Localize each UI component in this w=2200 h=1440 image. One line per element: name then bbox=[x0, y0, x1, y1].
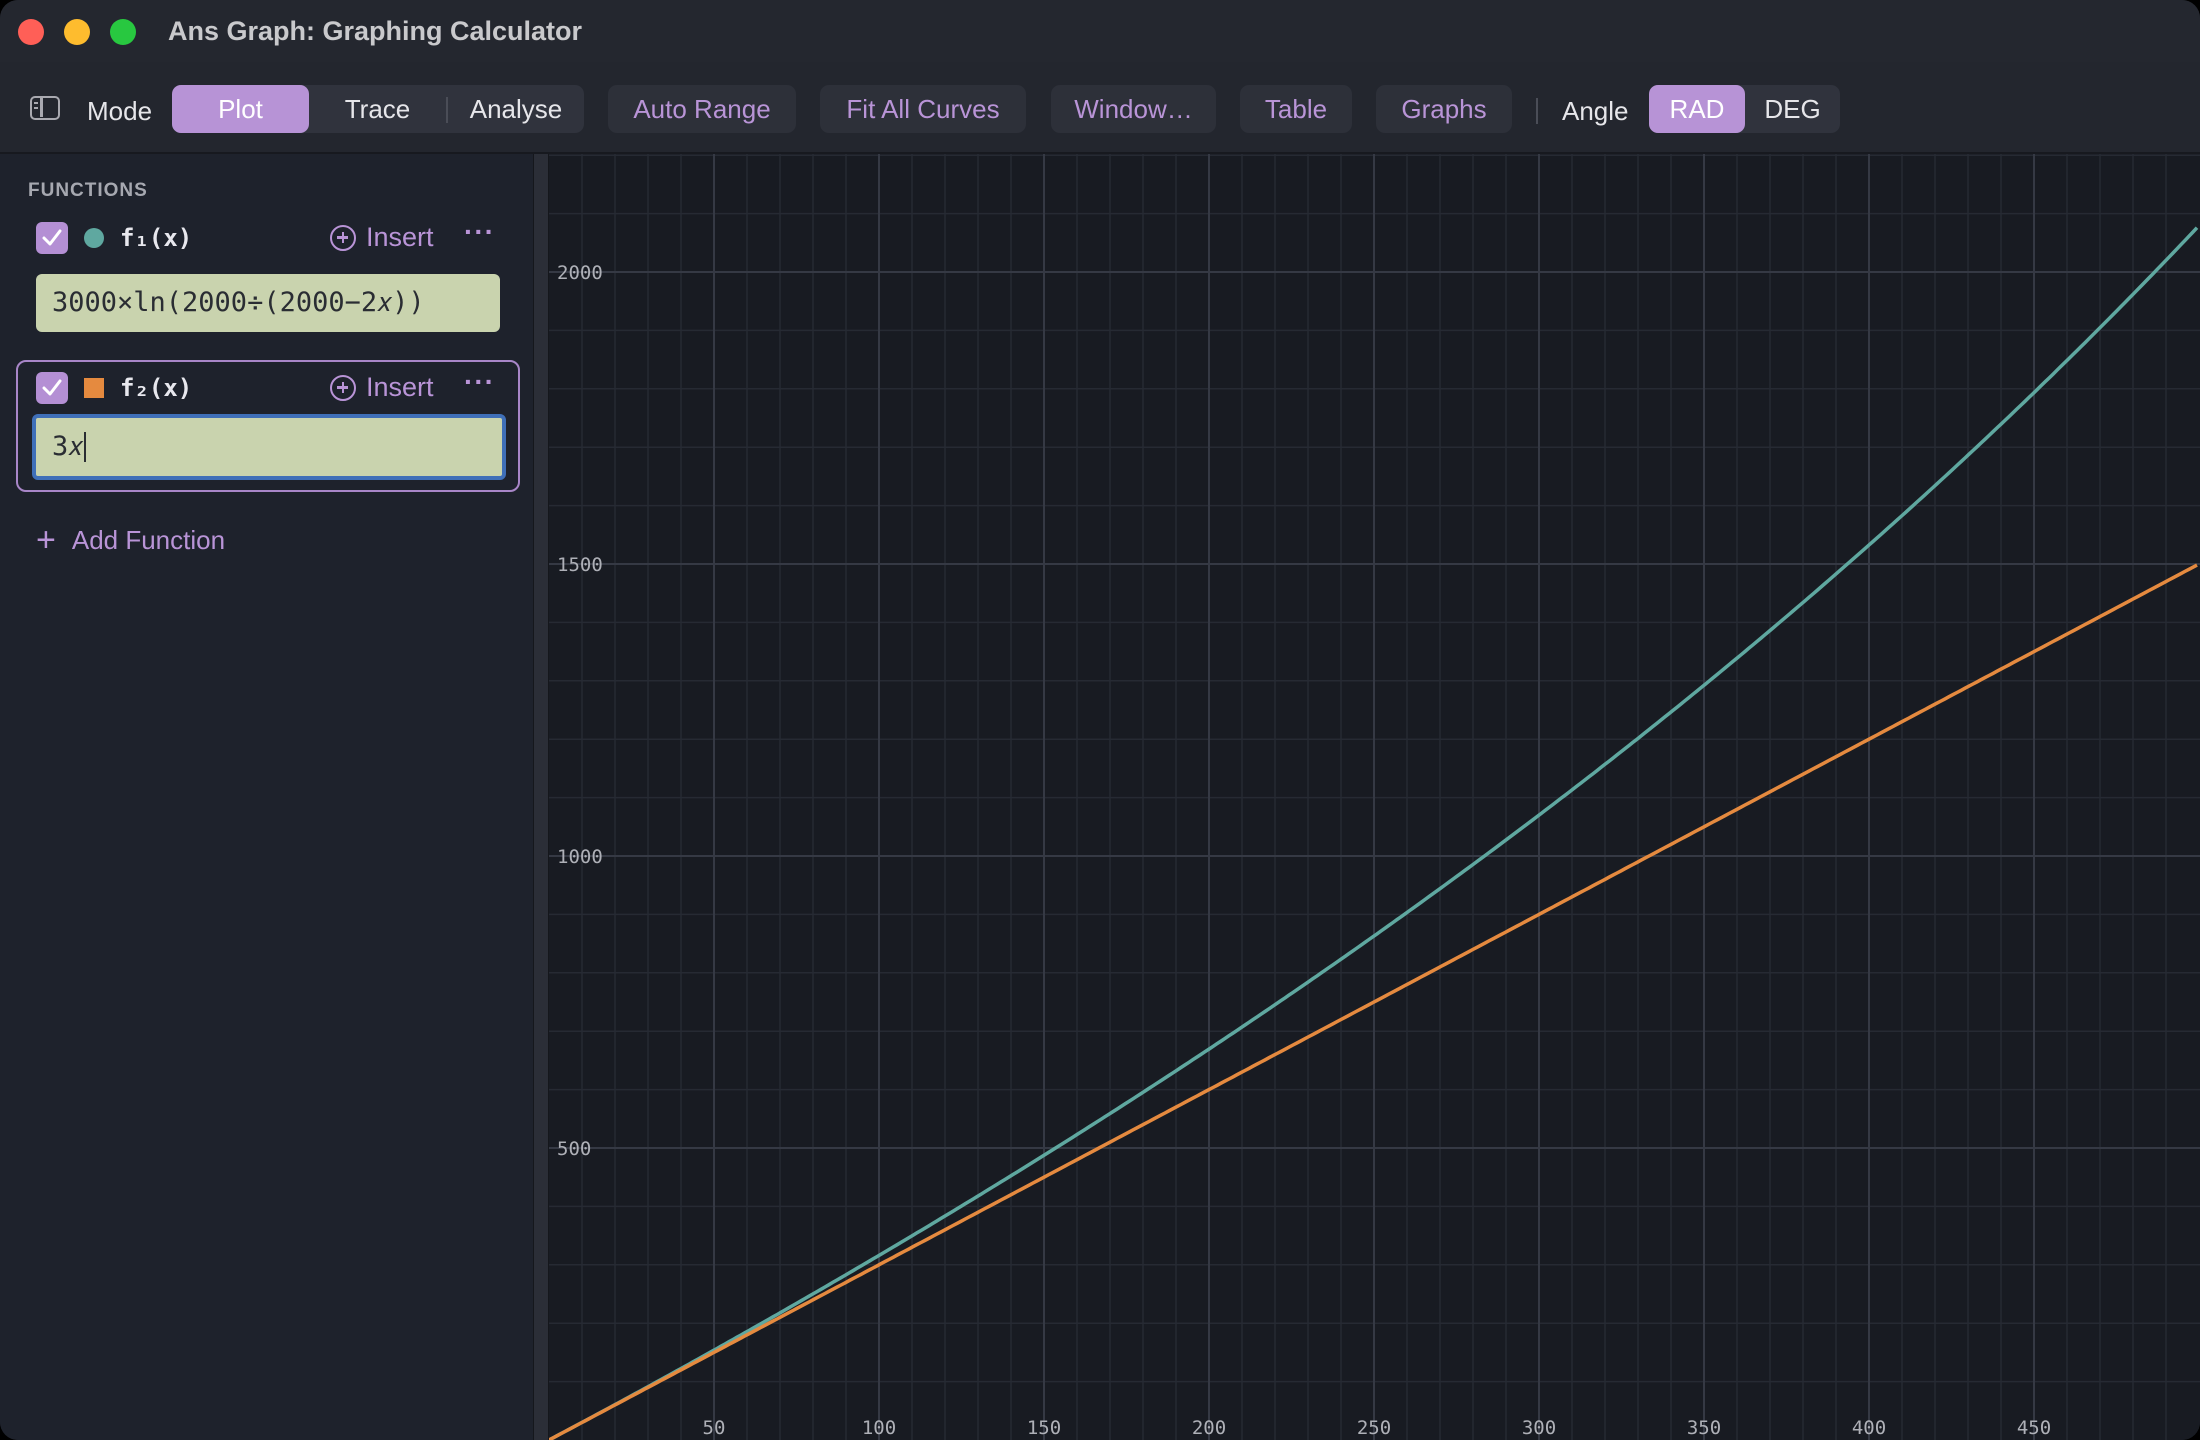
toolbar-divider bbox=[1536, 98, 1538, 124]
insert-label: Insert bbox=[366, 372, 434, 402]
x-tick-label: 50 bbox=[703, 1417, 726, 1439]
text-cursor bbox=[84, 432, 87, 462]
function-enabled-checkbox[interactable] bbox=[36, 222, 68, 254]
add-function-button[interactable]: + Add Function bbox=[36, 523, 225, 557]
maximize-window-button[interactable] bbox=[110, 19, 136, 45]
minimize-window-button[interactable] bbox=[64, 19, 90, 45]
sidebar-resize-handle[interactable] bbox=[533, 154, 549, 1440]
mode-trace-button[interactable]: Trace bbox=[309, 85, 446, 133]
function-expression-input[interactable]: 3𝑥 bbox=[32, 414, 506, 480]
sidebar-toggle-icon[interactable] bbox=[30, 96, 60, 120]
graphs-button[interactable]: Graphs bbox=[1376, 85, 1512, 133]
x-tick-label: 250 bbox=[1357, 1417, 1391, 1439]
angle-segmented-control: RAD DEG bbox=[1649, 85, 1840, 133]
function-color-swatch[interactable] bbox=[84, 378, 104, 398]
plus-circle-icon bbox=[330, 224, 356, 251]
auto-range-button[interactable]: Auto Range bbox=[608, 85, 796, 133]
toolbar: Mode Plot Trace Analyse Auto Range Fit A… bbox=[0, 62, 2200, 154]
function-expression-input[interactable]: 3000×ln(2000÷(2000−2𝑥)) bbox=[36, 274, 500, 332]
x-tick-label: 200 bbox=[1192, 1417, 1226, 1439]
mode-analyse-button[interactable]: Analyse bbox=[448, 85, 584, 133]
function-enabled-checkbox[interactable] bbox=[36, 372, 68, 404]
insert-label: Insert bbox=[366, 222, 434, 252]
angle-deg-button[interactable]: DEG bbox=[1745, 85, 1840, 133]
more-options-button[interactable]: ··· bbox=[464, 366, 495, 398]
mode-label: Mode bbox=[87, 96, 153, 126]
graph-plot: 50 100 150 200 250 300 350 400 450 500 1000 1500 200… bbox=[548, 154, 2200, 1440]
table-button[interactable]: Table bbox=[1240, 85, 1352, 133]
expression-text: 3000×ln(2000÷(2000−2𝑥)) bbox=[52, 287, 425, 318]
x-tick-label: 350 bbox=[1687, 1417, 1721, 1439]
insert-button[interactable]: Insert bbox=[330, 372, 434, 403]
functions-sidebar: FUNCTIONS f₁(x) Insert ··· 3000×ln(2000÷… bbox=[0, 154, 533, 1440]
window-settings-button[interactable]: Window… bbox=[1051, 85, 1216, 133]
plus-icon: + bbox=[36, 521, 56, 559]
y-tick-label: 1500 bbox=[557, 554, 603, 576]
checkmark-icon bbox=[42, 229, 62, 246]
functions-section-title: FUNCTIONS bbox=[28, 180, 148, 201]
title-bar: Ans Graph: Graphing Calculator bbox=[0, 0, 2200, 62]
checkmark-icon bbox=[42, 379, 62, 396]
function-name: f₁(x) bbox=[120, 224, 193, 252]
window-title: Ans Graph: Graphing Calculator bbox=[168, 16, 583, 46]
x-tick-label: 100 bbox=[862, 1417, 896, 1439]
insert-button[interactable]: Insert bbox=[330, 222, 434, 253]
y-tick-label: 500 bbox=[557, 1138, 591, 1160]
function-card-f1: f₁(x) Insert ··· 3000×ln(2000÷(2000−2𝑥)) bbox=[18, 210, 518, 332]
function-name: f₂(x) bbox=[120, 374, 193, 402]
graph-canvas[interactable]: 50 100 150 200 250 300 350 400 450 500 1000 1500 200… bbox=[548, 154, 2200, 1440]
mode-plot-button[interactable]: Plot bbox=[172, 85, 309, 133]
x-tick-label: 300 bbox=[1522, 1417, 1556, 1439]
x-tick-label: 450 bbox=[2017, 1417, 2051, 1439]
fit-all-curves-button[interactable]: Fit All Curves bbox=[820, 85, 1026, 133]
y-tick-label: 1000 bbox=[557, 846, 603, 868]
more-options-button[interactable]: ··· bbox=[464, 216, 495, 248]
mode-segmented-control: Plot Trace Analyse bbox=[172, 85, 584, 133]
x-tick-label: 400 bbox=[1852, 1417, 1886, 1439]
close-window-button[interactable] bbox=[18, 19, 44, 45]
x-tick-label: 150 bbox=[1027, 1417, 1061, 1439]
app-window: Ans Graph: Graphing Calculator Mode Plot… bbox=[0, 0, 2200, 1440]
expression-text: 3𝑥 bbox=[52, 431, 84, 462]
function-color-swatch[interactable] bbox=[84, 228, 104, 248]
function-card-f2: f₂(x) Insert ··· 3𝑥 bbox=[16, 360, 520, 492]
angle-label: Angle bbox=[1562, 96, 1629, 126]
plus-circle-icon bbox=[330, 374, 356, 401]
angle-rad-button[interactable]: RAD bbox=[1649, 85, 1745, 133]
y-tick-label: 2000 bbox=[557, 262, 603, 284]
add-function-label: Add Function bbox=[71, 524, 226, 555]
